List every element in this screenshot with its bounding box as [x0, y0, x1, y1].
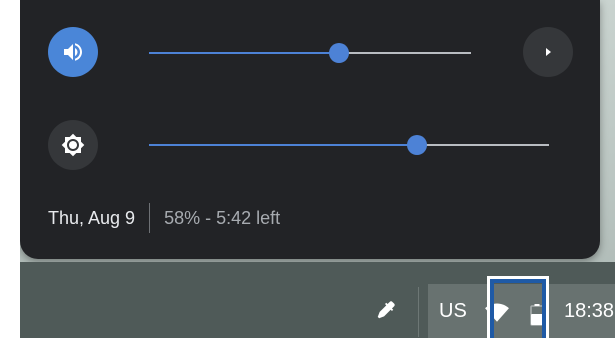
stylus-icon: [377, 301, 395, 319]
volume-slider-fill: [149, 52, 339, 54]
audio-settings-button[interactable]: [523, 27, 573, 77]
left-margin: [0, 0, 20, 350]
brightness-icon: [61, 133, 85, 157]
brightness-slider-thumb[interactable]: [407, 135, 427, 155]
divider: [149, 203, 151, 233]
ime-label[interactable]: US: [439, 284, 467, 338]
shelf-divider: [418, 287, 419, 337]
brightness-slider[interactable]: [149, 135, 549, 155]
volume-slider[interactable]: [149, 43, 471, 63]
volume-slider-thumb[interactable]: [328, 43, 349, 63]
volume-mute-button[interactable]: [48, 27, 98, 77]
battery-status-label[interactable]: 58% - 5:42 left: [164, 208, 280, 229]
volume-icon: [64, 43, 82, 61]
quick-settings-panel: Thu, Aug 9 58% - 5:42 left: [20, 0, 600, 259]
brightness-button[interactable]: [48, 120, 98, 170]
stylus-tools-button[interactable]: [374, 298, 398, 322]
date-battery-row: Thu, Aug 9 58% - 5:42 left: [48, 203, 280, 233]
brightness-slider-fill: [149, 144, 417, 146]
battery-highlight-box: [490, 279, 546, 343]
screen: Thu, Aug 9 58% - 5:42 left US 18:38: [0, 0, 615, 350]
date-label[interactable]: Thu, Aug 9: [48, 208, 135, 229]
chevron-right-icon: [546, 48, 551, 56]
clock-label[interactable]: 18:38: [564, 284, 614, 338]
bottom-margin: [0, 338, 615, 350]
